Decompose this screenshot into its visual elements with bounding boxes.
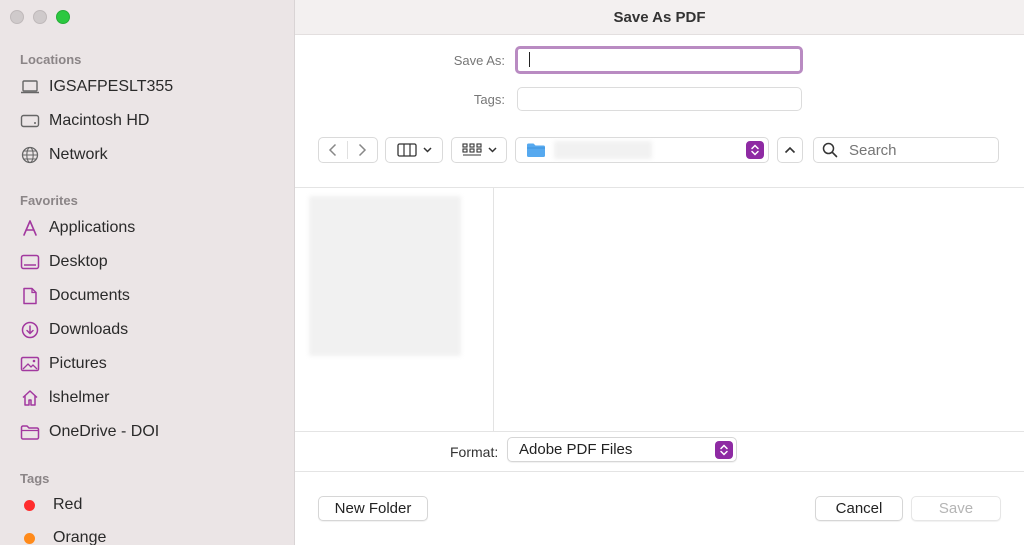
sidebar: Locations IGSAFPESLT355 Macintosh HD Net… xyxy=(0,0,295,545)
footer-divider xyxy=(295,471,1024,472)
window-controls xyxy=(10,10,70,24)
text-caret xyxy=(529,52,530,67)
popup-arrows-icon xyxy=(746,141,764,159)
chevron-right-icon xyxy=(358,143,367,157)
close-window-button[interactable] xyxy=(10,10,24,24)
sidebar-item-label: OneDrive - DOI xyxy=(49,423,160,440)
zoom-window-button[interactable] xyxy=(56,10,70,24)
chevron-down-icon xyxy=(422,147,432,153)
sidebar-item-lshelmer[interactable]: lshelmer xyxy=(20,386,109,410)
sidebar-item-network[interactable]: Network xyxy=(20,143,108,167)
popup-arrows-icon xyxy=(715,440,733,459)
format-value: Adobe PDF Files xyxy=(519,441,633,458)
sidebar-item-documents[interactable]: Documents xyxy=(20,284,130,308)
chevron-left-icon xyxy=(328,143,337,157)
sidebar-item-downloads[interactable]: Downloads xyxy=(20,318,128,342)
sidebar-item-label: Documents xyxy=(49,287,130,304)
sidebar-item-label: Pictures xyxy=(49,355,107,372)
view-mode-button[interactable] xyxy=(385,137,443,163)
main-panel: Save As PDF Save As: Tags: Search Format… xyxy=(295,0,1024,545)
red-tag-dot-icon xyxy=(24,499,35,511)
search-field[interactable] xyxy=(813,137,999,163)
sidebar-item-label: Network xyxy=(49,146,108,163)
format-select[interactable]: Adobe PDF Files xyxy=(507,437,737,462)
browser-column-1[interactable] xyxy=(295,188,494,431)
search-icon xyxy=(822,142,838,158)
save-as-label: Save As: xyxy=(453,53,505,68)
folder-icon xyxy=(20,422,40,442)
tags-label: Tags: xyxy=(473,92,505,107)
document-icon xyxy=(20,286,40,306)
sidebar-item-label: Downloads xyxy=(49,321,129,338)
location-popup[interactable] xyxy=(515,137,769,163)
format-label: Format: xyxy=(450,444,499,460)
grid-icon xyxy=(461,143,482,156)
download-icon xyxy=(20,320,40,340)
applications-icon xyxy=(20,218,40,238)
blue-folder-icon xyxy=(527,143,545,157)
cancel-button[interactable]: Cancel xyxy=(815,496,903,521)
sidebar-tag-orange[interactable]: Orange xyxy=(20,526,106,545)
window-title: Save As PDF xyxy=(613,8,706,26)
columns-view-icon xyxy=(396,143,417,157)
sidebar-item-label: IGSAFPESLT355 xyxy=(49,78,174,95)
sidebar-item-onedrive[interactable]: OneDrive - DOI xyxy=(20,420,159,444)
pictures-icon xyxy=(20,354,40,374)
sidebar-tag-red[interactable]: Red xyxy=(20,493,82,517)
minimize-window-button[interactable] xyxy=(33,10,47,24)
sidebar-item-macintosh-hd[interactable]: Macintosh HD xyxy=(20,109,149,133)
group-by-button[interactable] xyxy=(451,137,507,163)
title-bar: Save As PDF xyxy=(295,0,1024,35)
sidebar-item-label: Macintosh HD xyxy=(49,112,150,129)
browser-column-2[interactable] xyxy=(494,188,1024,431)
sidebar-item-applications[interactable]: Applications xyxy=(20,216,135,240)
format-divider xyxy=(295,431,1024,432)
redacted-column-items xyxy=(309,196,461,356)
sidebar-item-label: Desktop xyxy=(49,253,108,270)
sidebar-item-label: lshelmer xyxy=(49,389,110,406)
sidebar-item-pictures[interactable]: Pictures xyxy=(20,352,107,376)
collapse-button[interactable] xyxy=(777,137,803,163)
redacted-folder-name xyxy=(554,141,652,159)
section-tags: Tags xyxy=(20,471,50,486)
back-forward-control xyxy=(318,137,378,163)
sidebar-item-label: Red xyxy=(53,496,83,513)
orange-tag-dot-icon xyxy=(24,532,35,544)
sidebar-item-desktop[interactable]: Desktop xyxy=(20,250,108,274)
home-icon xyxy=(20,388,40,408)
back-button[interactable] xyxy=(319,138,347,162)
tags-input[interactable] xyxy=(517,87,802,111)
save-as-input[interactable] xyxy=(515,46,803,74)
forward-button[interactable] xyxy=(348,138,376,162)
globe-icon xyxy=(20,145,40,165)
save-button[interactable]: Save xyxy=(911,496,1001,521)
new-folder-button[interactable]: New Folder xyxy=(318,496,428,521)
section-favorites: Favorites xyxy=(20,193,78,208)
sidebar-item-igsafpeslt355[interactable]: IGSAFPESLT355 xyxy=(20,75,173,99)
section-locations: Locations xyxy=(20,52,82,67)
save-dialog: Locations IGSAFPESLT355 Macintosh HD Net… xyxy=(0,0,1024,545)
chevron-down-icon xyxy=(487,147,497,153)
hard-drive-icon xyxy=(20,111,40,131)
chevron-up-icon xyxy=(784,146,796,154)
sidebar-item-label: Applications xyxy=(49,219,136,236)
desktop-icon xyxy=(20,252,40,272)
sidebar-item-label: Orange xyxy=(53,529,107,545)
search-input[interactable] xyxy=(847,140,991,160)
laptop-icon xyxy=(20,77,40,97)
